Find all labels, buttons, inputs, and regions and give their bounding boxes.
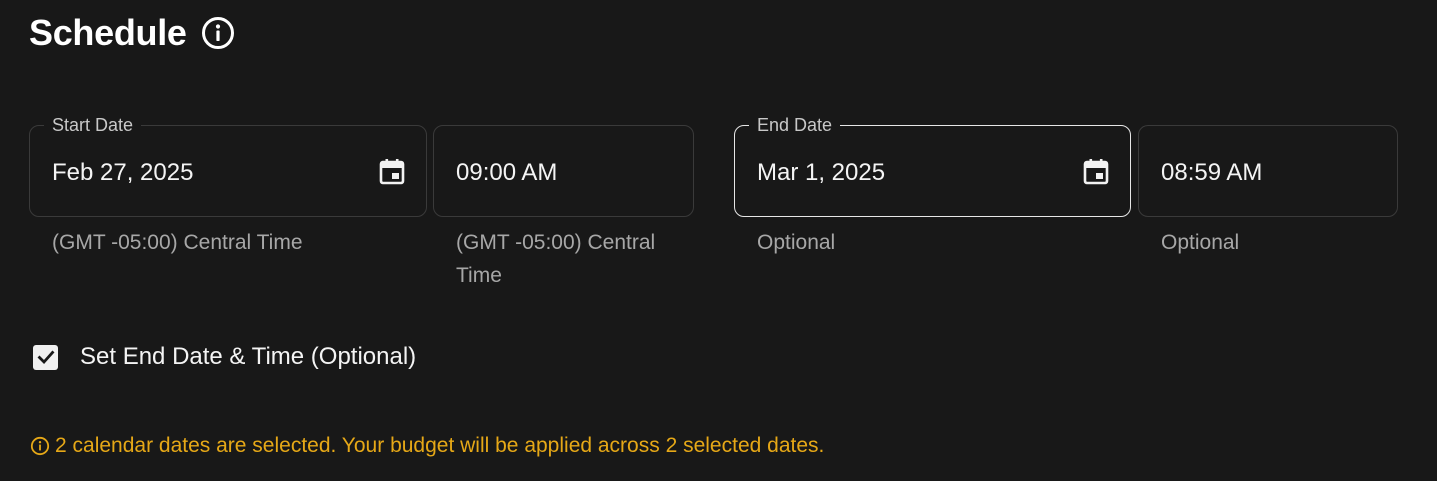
end-time-field[interactable]: 08:59 AM: [1138, 125, 1398, 217]
set-end-date-option[interactable]: Set End Date & Time (Optional): [33, 343, 416, 371]
end-date-label: End Date: [749, 114, 841, 136]
start-date-value: Feb 27, 2025: [52, 159, 194, 186]
title-row: Schedule: [29, 12, 235, 54]
start-date-timezone: (GMT -05:00) Central Time: [52, 231, 303, 254]
budget-notice: 2 calendar dates are selected. Your budg…: [30, 434, 824, 458]
calendar-icon[interactable]: [1080, 156, 1112, 188]
page-title: Schedule: [29, 12, 187, 53]
end-time-helper: Optional: [1161, 231, 1240, 254]
start-date-field[interactable]: Start Date Feb 27, 2025: [29, 114, 427, 217]
budget-notice-text: 2 calendar dates are selected. Your budg…: [55, 434, 825, 457]
start-date-label: Start Date: [44, 114, 142, 136]
end-time-value: 08:59 AM: [1161, 159, 1263, 186]
set-end-date-label[interactable]: Set End Date & Time (Optional): [80, 343, 416, 371]
end-date-helper: Optional: [757, 231, 836, 254]
start-time-timezone-line1: (GMT -05:00) Central: [456, 231, 656, 254]
end-date-value: Mar 1, 2025: [757, 159, 886, 186]
info-circle-icon: [30, 436, 50, 456]
calendar-icon[interactable]: [376, 156, 408, 188]
set-end-date-checkbox[interactable]: [33, 344, 58, 370]
start-time-timezone: (GMT -05:00) Central Time: [456, 226, 655, 292]
schedule-panel: Schedule Start Date Feb 27, 2025 (GMT -0…: [0, 0, 1437, 481]
start-time-field[interactable]: 09:00 AM: [433, 125, 694, 217]
info-circle-icon[interactable]: [201, 16, 235, 50]
start-time-value: 09:00 AM: [456, 159, 558, 186]
end-date-field[interactable]: End Date Mar 1, 2025: [734, 114, 1131, 217]
start-time-timezone-line2: Time: [456, 264, 502, 287]
checkmark-icon: [37, 350, 54, 365]
